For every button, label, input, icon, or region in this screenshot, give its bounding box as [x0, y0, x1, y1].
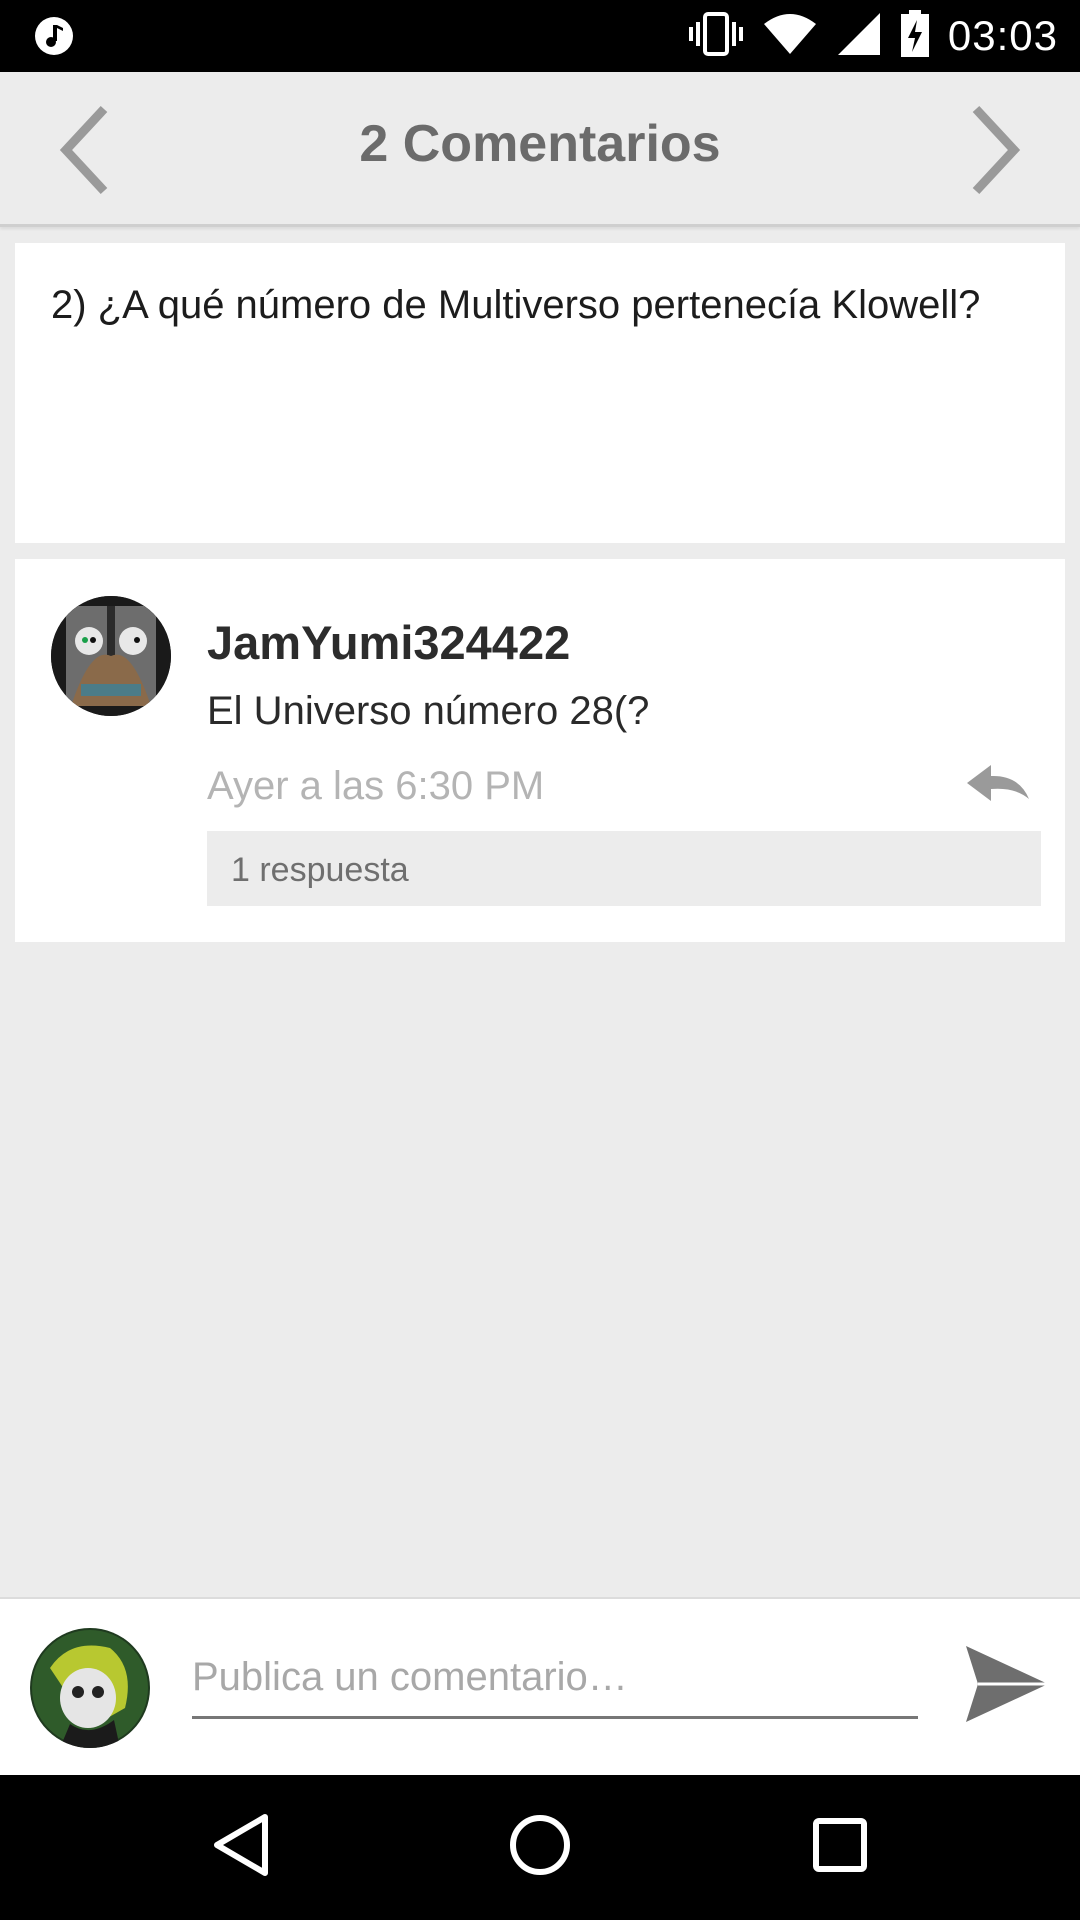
- page-title: 2 Comentarios: [359, 115, 721, 173]
- vibrate-icon: [688, 11, 744, 61]
- app-bar: 2 Comentarios: [0, 72, 1080, 227]
- recent-apps-button[interactable]: [795, 1802, 885, 1892]
- avatar: [30, 1628, 150, 1748]
- system-navigation-bar: [0, 1775, 1080, 1920]
- chevron-right-icon: [964, 105, 1024, 200]
- signal-icon: [836, 11, 882, 62]
- comment-input[interactable]: [192, 1639, 918, 1719]
- comment-card: JamYumi324422 El Universo número 28(? Ay…: [15, 559, 1065, 942]
- replies-button[interactable]: 1 respuesta: [207, 831, 1041, 906]
- post-card: 2) ¿A qué número de Multiverso pertenecí…: [15, 243, 1065, 543]
- avatar[interactable]: [51, 596, 171, 716]
- music-note-icon: [34, 16, 74, 56]
- home-button[interactable]: [495, 1802, 585, 1892]
- wifi-icon: [762, 12, 818, 61]
- post-text: 2) ¿A qué número de Multiverso pertenecí…: [51, 283, 981, 327]
- recent-square-icon: [811, 1816, 869, 1879]
- reply-icon[interactable]: [963, 759, 1033, 809]
- comment-username[interactable]: JamYumi324422: [207, 615, 570, 670]
- send-button[interactable]: [964, 1643, 1050, 1729]
- home-circle-icon: [508, 1813, 572, 1882]
- send-icon: [964, 1644, 1050, 1729]
- next-button[interactable]: [944, 102, 1044, 202]
- back-triangle-icon: [211, 1813, 271, 1882]
- comment-composer: [0, 1597, 1080, 1775]
- back-button[interactable]: [196, 1802, 286, 1892]
- status-time: 03:03: [947, 12, 1058, 59]
- comment-text: El Universo número 28(?: [207, 689, 650, 733]
- battery-charging-icon: [900, 9, 930, 63]
- status-bar: 03:03: [0, 0, 1080, 72]
- comment-timestamp: Ayer a las 6:30 PM: [207, 764, 545, 808]
